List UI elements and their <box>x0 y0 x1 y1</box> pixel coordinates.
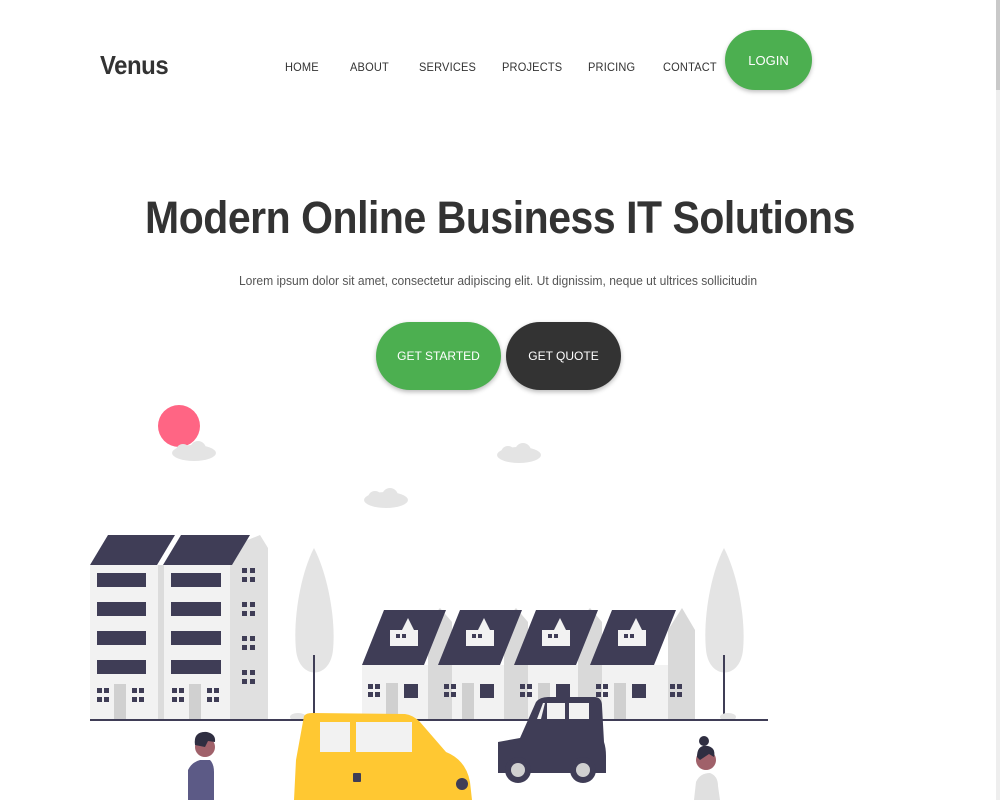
login-button[interactable]: LOGIN <box>725 30 812 90</box>
hero-title: Modern Online Business IT Solutions <box>145 192 855 243</box>
nav-pricing[interactable]: PRICING <box>588 60 635 74</box>
person-icon <box>188 731 216 800</box>
cloud-icon <box>364 488 408 508</box>
hero-subtitle: Lorem ipsum dolor sit amet, consectetur … <box>238 273 758 288</box>
nav-about[interactable]: ABOUT <box>350 60 389 74</box>
apartment-building <box>90 535 268 720</box>
nav-home[interactable]: HOME <box>285 60 319 74</box>
person-icon <box>694 736 720 800</box>
nav-contact[interactable]: CONTACT <box>663 60 717 74</box>
nav-services[interactable]: SERVICES <box>419 60 476 74</box>
city-illustration <box>90 405 768 800</box>
ground-line <box>90 719 768 721</box>
site-header: Venus HOME ABOUT SERVICES PROJECTS PRICI… <box>0 0 1000 120</box>
car-icon <box>294 713 472 800</box>
tree-icon <box>295 548 334 720</box>
sun-icon <box>158 405 200 447</box>
cloud-icon <box>497 443 541 463</box>
tree-icon <box>705 548 744 720</box>
brand-logo[interactable]: Venus <box>100 50 169 81</box>
nav-projects[interactable]: PROJECTS <box>502 60 562 74</box>
row-houses <box>362 608 695 720</box>
